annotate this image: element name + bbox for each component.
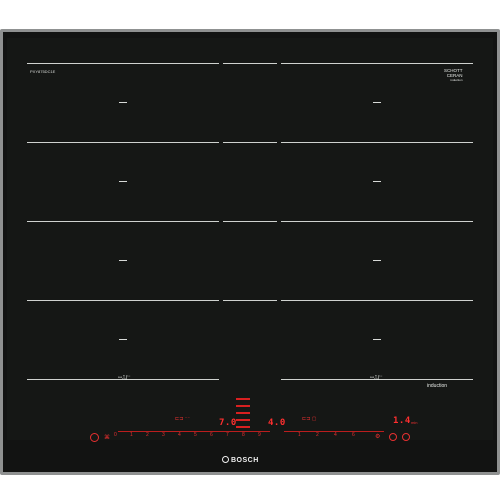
level-bar <box>236 405 250 407</box>
bosch-logo: BOSCH <box>231 457 259 464</box>
level-bar <box>236 419 250 421</box>
level-bar <box>236 398 250 400</box>
zone-line-right-1 <box>281 63 473 64</box>
slider-mark[interactable]: 1 <box>298 432 301 438</box>
zone-marker <box>119 181 127 182</box>
center-power-display: 4.0 <box>268 418 286 428</box>
clock-button[interactable] <box>402 433 410 441</box>
left-power-display: 7.0 <box>219 418 237 428</box>
bosch-logo-icon <box>222 456 229 463</box>
zone-marker <box>373 102 381 103</box>
slider-mark[interactable]: 6 <box>352 432 355 438</box>
zone-line-mid-3 <box>223 221 277 222</box>
zone-line-left-2 <box>27 142 219 143</box>
flex-zone-icon-left: ꟷ⎍∫⁻⁻ <box>118 375 131 381</box>
slider-mark[interactable]: 2 <box>316 432 319 438</box>
slider-mark[interactable]: 3 <box>162 432 165 438</box>
zone-marker <box>373 339 381 340</box>
zone-marker <box>119 339 127 340</box>
zone-marker <box>373 260 381 261</box>
slider-mark[interactable]: 4 <box>178 432 181 438</box>
frying-sensor-icon[interactable]: ⚙ <box>375 433 380 440</box>
zone-line-left-3 <box>27 221 219 222</box>
brand-line-3: induction <box>450 78 463 82</box>
zone-line-mid-1 <box>223 63 277 64</box>
slider-mark[interactable]: 0 <box>114 432 117 438</box>
slider-mark[interactable]: 5 <box>194 432 197 438</box>
zone-line-left-4 <box>27 300 219 301</box>
left-zone-indicator: ⊏⊐ ⁻⁻ <box>175 416 191 422</box>
induction-label: induction <box>427 383 448 389</box>
right-zone-indicator: ⊏⊐ ▢ <box>302 416 317 422</box>
zone-marker <box>119 260 127 261</box>
slider-mark[interactable]: 8 <box>242 432 245 438</box>
flex-zone-icon-right: ꟷ⎍∫⁻⁻ <box>370 375 383 381</box>
timer-button[interactable] <box>389 433 397 441</box>
slider-mark[interactable]: 1 <box>130 432 133 438</box>
zone-line-mid-2 <box>223 142 277 143</box>
model-code: PXY875DC1E <box>30 69 56 74</box>
slider-mark[interactable]: 7 <box>226 432 229 438</box>
timer-display: 1.4 <box>393 416 411 426</box>
zone-line-right-4 <box>281 300 473 301</box>
slider-mark[interactable]: 9 <box>258 432 261 438</box>
power-slider[interactable]: 0 1 2 3 4 5 6 7 8 9 1 2 4 6 <box>84 432 384 440</box>
level-bar <box>236 412 250 414</box>
timer-unit: min <box>411 420 418 425</box>
slider-mark[interactable]: 6 <box>210 432 213 438</box>
zone-line-right-2 <box>281 142 473 143</box>
zone-line-right-3 <box>281 221 473 222</box>
zone-line-mid-4 <box>223 300 277 301</box>
schott-ceran-logo: SCHOTT CERAN induction <box>444 68 463 83</box>
zone-marker <box>373 181 381 182</box>
level-bar <box>236 426 250 428</box>
slider-mark[interactable]: 2 <box>146 432 149 438</box>
zone-line-left-1 <box>27 63 219 64</box>
slider-mark[interactable]: 4 <box>334 432 337 438</box>
zone-marker <box>119 102 127 103</box>
